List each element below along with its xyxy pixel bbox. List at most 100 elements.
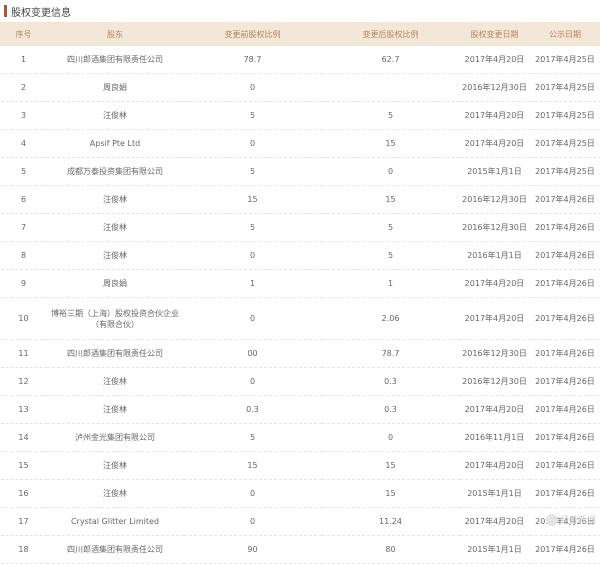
table-row: 7汪俊林552016年12月30日2017年4月26日 xyxy=(1,214,600,242)
row-publish-date: 2017年4月26日 xyxy=(530,424,600,452)
table-row: 9周良娟112017年4月20日2017年4月26日 xyxy=(1,270,600,298)
row-index: 6 xyxy=(1,186,47,214)
row-before-ratio: 78.7 xyxy=(184,46,322,74)
table-row: 16汪俊林0152015年1月1日2017年4月26日 xyxy=(1,480,600,508)
row-change-date: 2015年1月1日 xyxy=(460,158,530,186)
row-change-date: 2017年4月20日 xyxy=(460,46,530,74)
row-publish-date: 2017年4月26日 xyxy=(530,452,600,480)
watermark: 经济新闻 xyxy=(546,513,596,526)
row-index: 4 xyxy=(1,130,47,158)
row-publish-date: 2017年4月26日 xyxy=(530,480,600,508)
row-after-ratio xyxy=(322,74,460,102)
row-after-ratio: 1 xyxy=(322,270,460,298)
table-row: 17Crystal Glitter Limited011.242017年4月20… xyxy=(1,508,600,536)
row-index: 18 xyxy=(1,536,47,564)
row-after-ratio: 0.3 xyxy=(322,396,460,424)
row-index: 15 xyxy=(1,452,47,480)
row-shareholder: 汪俊林 xyxy=(47,452,184,480)
col-publish-date: 公示日期 xyxy=(530,23,600,46)
section-header: 股权变更信息 xyxy=(0,0,600,22)
row-change-date: 2016年12月30日 xyxy=(460,214,530,242)
row-change-date: 2016年12月30日 xyxy=(460,74,530,102)
row-publish-date: 2017年4月26日 xyxy=(530,214,600,242)
row-change-date: 2015年1月1日 xyxy=(460,536,530,564)
col-after-ratio: 变更后股权比例 xyxy=(322,23,460,46)
row-change-date: 2015年1月1日 xyxy=(460,480,530,508)
row-publish-date: 2017年4月26日 xyxy=(530,536,600,564)
row-shareholder: 四川郎酒集团有限责任公司 xyxy=(47,46,184,74)
row-publish-date: 2017年4月26日 xyxy=(530,396,600,424)
row-before-ratio: 5 xyxy=(184,214,322,242)
row-shareholder: 汪俊林 xyxy=(47,102,184,130)
row-change-date: 2016年11月1日 xyxy=(460,424,530,452)
row-change-date: 2017年4月20日 xyxy=(460,508,530,536)
row-before-ratio: 0 xyxy=(184,130,322,158)
table-row: 1四川郎酒集团有限责任公司78.762.72017年4月20日2017年4月25… xyxy=(1,46,600,74)
row-after-ratio: 15 xyxy=(322,186,460,214)
row-shareholder: Crystal Glitter Limited xyxy=(47,508,184,536)
row-shareholder: 成都万泰投资集团有限公司 xyxy=(47,158,184,186)
table-row: 11四川郎酒集团有限责任公司0078.72016年12月30日2017年4月26… xyxy=(1,340,600,368)
row-before-ratio: 90 xyxy=(184,536,322,564)
table-row: 18四川郎酒集团有限责任公司90802015年1月1日2017年4月26日 xyxy=(1,536,600,564)
row-before-ratio: 0 xyxy=(184,368,322,396)
row-index: 11 xyxy=(1,340,47,368)
row-index: 8 xyxy=(1,242,47,270)
row-after-ratio: 5 xyxy=(322,242,460,270)
row-index: 16 xyxy=(1,480,47,508)
row-publish-date: 2017年4月26日 xyxy=(530,242,600,270)
row-shareholder: 汪俊林 xyxy=(47,186,184,214)
section-marker xyxy=(4,5,7,17)
row-after-ratio: 15 xyxy=(322,452,460,480)
row-shareholder: 周良娟 xyxy=(47,74,184,102)
row-index: 10 xyxy=(1,298,47,340)
equity-change-table: 序号 股东 变更前股权比例 变更后股权比例 股权变更日期 公示日期 1四川郎酒集… xyxy=(0,22,600,564)
row-shareholder: 四川郎酒集团有限责任公司 xyxy=(47,536,184,564)
row-index: 3 xyxy=(1,102,47,130)
row-shareholder: 汪俊林 xyxy=(47,368,184,396)
row-change-date: 2016年1月1日 xyxy=(460,242,530,270)
row-publish-date: 2017年4月26日 xyxy=(530,298,600,340)
row-shareholder: Apsif Pte Ltd xyxy=(47,130,184,158)
row-after-ratio: 15 xyxy=(322,130,460,158)
row-index: 2 xyxy=(1,74,47,102)
table-row: 12汪俊林00.32016年12月30日2017年4月26日 xyxy=(1,368,600,396)
row-index: 7 xyxy=(1,214,47,242)
row-change-date: 2017年4月20日 xyxy=(460,130,530,158)
row-shareholder: 四川郎酒集团有限责任公司 xyxy=(47,340,184,368)
row-publish-date: 2017年4月26日 xyxy=(530,186,600,214)
row-before-ratio: 0 xyxy=(184,298,322,340)
table-row: 2周良娟02016年12月30日2017年4月25日 xyxy=(1,74,600,102)
row-shareholder: 博裕三期（上海）股权投资合伙企业（有限合伙） xyxy=(47,298,184,340)
row-after-ratio: 80 xyxy=(322,536,460,564)
row-publish-date: 2017年4月26日 xyxy=(530,340,600,368)
row-before-ratio: 5 xyxy=(184,424,322,452)
col-change-date: 股权变更日期 xyxy=(460,23,530,46)
table-row: 14泸州金光集团有限公司502016年11月1日2017年4月26日 xyxy=(1,424,600,452)
col-index: 序号 xyxy=(1,23,47,46)
row-before-ratio: 0 xyxy=(184,242,322,270)
row-after-ratio: 78.7 xyxy=(322,340,460,368)
row-index: 13 xyxy=(1,396,47,424)
table-row: 15汪俊林15152017年4月20日2017年4月26日 xyxy=(1,452,600,480)
row-publish-date: 2017年4月25日 xyxy=(530,102,600,130)
row-before-ratio: 1 xyxy=(184,270,322,298)
row-shareholder: 汪俊林 xyxy=(47,242,184,270)
row-before-ratio: 0 xyxy=(184,508,322,536)
row-publish-date: 2017年4月25日 xyxy=(530,74,600,102)
row-shareholder: 汪俊林 xyxy=(47,396,184,424)
row-change-date: 2017年4月20日 xyxy=(460,452,530,480)
row-before-ratio: 0 xyxy=(184,480,322,508)
table-row: 8汪俊林052016年1月1日2017年4月26日 xyxy=(1,242,600,270)
row-before-ratio: 5 xyxy=(184,102,322,130)
row-publish-date: 2017年4月25日 xyxy=(530,46,600,74)
watermark-text: 经济新闻 xyxy=(560,513,596,526)
row-change-date: 2016年12月30日 xyxy=(460,186,530,214)
row-index: 12 xyxy=(1,368,47,396)
row-after-ratio: 2.06 xyxy=(322,298,460,340)
col-before-ratio: 变更前股权比例 xyxy=(184,23,322,46)
row-index: 17 xyxy=(1,508,47,536)
row-after-ratio: 0 xyxy=(322,158,460,186)
row-index: 5 xyxy=(1,158,47,186)
row-change-date: 2017年4月20日 xyxy=(460,298,530,340)
